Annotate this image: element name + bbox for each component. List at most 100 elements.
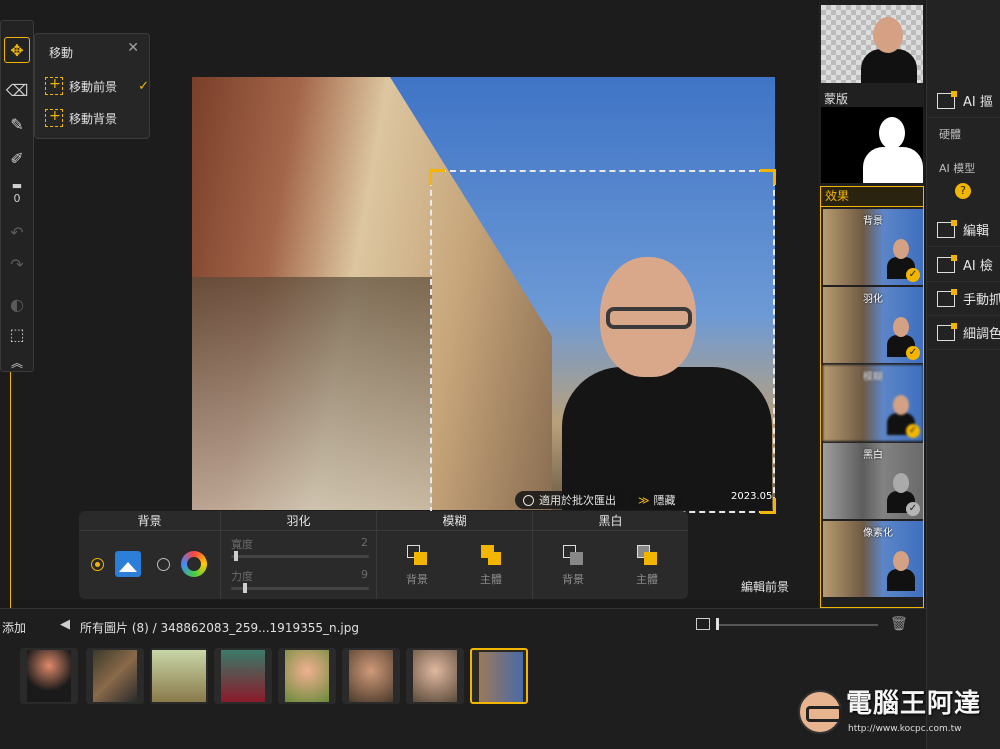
filmstrip-thumb[interactable] [342, 648, 400, 704]
help-icon[interactable]: ? [955, 183, 971, 199]
feather-section: 羽化 寬度 2 力度 9 [221, 511, 377, 599]
mask-thumbnail[interactable] [821, 107, 923, 183]
move-background-option[interactable]: 移動背景 [45, 106, 149, 130]
blur-section: 模糊 背景 主體 [377, 511, 533, 599]
blur-subject-button[interactable]: 主體 [461, 545, 521, 587]
move-tool-button[interactable]: ✥ [4, 37, 30, 63]
bw-background-label: 背景 [562, 573, 584, 586]
fine-tune-label: 細調色 [963, 327, 1000, 342]
selection-icon: ⬚ [9, 324, 25, 344]
watermark-text: 電腦王阿達 [846, 689, 982, 719]
effect-thumb-blur[interactable]: 模糊 ✓ [823, 365, 923, 441]
cutout-thumbnail[interactable] [821, 5, 923, 83]
effect-thumb-pixelate[interactable]: 像素化 [823, 521, 923, 597]
filmstrip-thumb[interactable] [150, 648, 208, 704]
check-icon: ✓ [906, 346, 920, 360]
effect-thumb-feather[interactable]: 羽化 ✓ [823, 287, 923, 363]
effect-thumb-background[interactable]: 背景 ✓ [823, 209, 923, 285]
manual-select-row[interactable]: 手動抓 [927, 282, 1000, 316]
ai-cutout-label: AI 摳 [963, 95, 993, 110]
brush-tool-button[interactable]: ✎ [4, 111, 30, 137]
check-icon: ✓ [906, 502, 920, 516]
ai-cutout-row[interactable]: AI 摳 [927, 84, 1000, 118]
batch-export-toggle[interactable]: 適用於批次匯出 [515, 491, 624, 509]
blur-background-button[interactable]: 背景 [387, 545, 447, 587]
move-options-popup: 移動 ✕ 移動前景 ✓ 移動背景 [34, 33, 150, 139]
checkmark-icon: ✓ [138, 78, 149, 94]
bw-header: 黑白 [533, 511, 688, 531]
guide-line [10, 372, 11, 608]
back-arrow-icon[interactable]: ◀ [60, 617, 70, 632]
check-icon: ✓ [906, 268, 920, 282]
width-value: 2 [361, 536, 368, 549]
undo-button[interactable]: ↶ [4, 219, 30, 245]
hide-button[interactable]: ≫ 隱藏 [630, 491, 684, 509]
image-icon[interactable] [115, 551, 141, 577]
edit-foreground-label[interactable]: 編輯前景 [741, 578, 789, 595]
move-foreground-option[interactable]: 移動前景 ✓ [45, 74, 149, 98]
thumbnail-size-slider[interactable] [718, 624, 878, 626]
effect-label: 羽化 [863, 294, 883, 305]
ai-detect-row[interactable]: AI 檢 [927, 248, 1000, 282]
background-section: 背景 [79, 511, 221, 599]
filmstrip-thumb-selected[interactable] [470, 648, 528, 704]
date-stamp: 2023.05 [731, 491, 773, 502]
redo-button[interactable]: ↷ [4, 251, 30, 277]
batch-export-label: 適用於批次匯出 [539, 494, 616, 507]
thumbnail-size-handle[interactable] [716, 618, 719, 630]
roller-tool-button[interactable]: ▬ 0 [4, 179, 30, 205]
bw-subject-button[interactable]: 主體 [617, 545, 677, 587]
edit-row[interactable]: 編輯 [927, 213, 1000, 247]
background-header: 背景 [79, 511, 220, 531]
blur-subject-label: 主體 [480, 573, 502, 586]
filmstrip-thumb[interactable] [278, 648, 336, 704]
radio-icon [523, 494, 534, 506]
ai-model-label: AI 模型 [939, 162, 976, 175]
bw-background-icon [563, 545, 583, 565]
width-slider-handle[interactable] [233, 551, 238, 561]
collapse-toolbar-button[interactable]: ︽ [4, 349, 30, 375]
trash-icon[interactable]: 🗑 [890, 616, 908, 632]
strength-slider-handle[interactable] [243, 583, 248, 593]
watermark-url: http://www.kocpc.com.tw [848, 724, 962, 734]
strength-slider[interactable] [231, 583, 369, 593]
redo-icon: ↷ [10, 254, 24, 274]
blur-subject-icon [481, 545, 501, 565]
filmstrip-thumb[interactable] [20, 648, 78, 704]
effect-label: 模糊 [863, 372, 883, 383]
fine-tune-row[interactable]: 細調色 [927, 316, 1000, 350]
effects-header: 效果 [820, 186, 924, 206]
move-background-icon [45, 108, 63, 127]
crop-icon [937, 219, 957, 238]
select-area-button[interactable]: ⬚ [4, 321, 30, 347]
filmstrip-thumb[interactable] [214, 648, 272, 704]
add-button[interactable]: 添加 [2, 619, 26, 636]
breadcrumb: 所有圖片 (8) / 348862083_259...1919355_n.jpg [80, 621, 359, 635]
background-color-radio[interactable] [157, 558, 170, 571]
resize-handle-top-right[interactable] [760, 169, 776, 185]
eraser-tool-button[interactable]: ⌫ [4, 77, 30, 103]
blur-background-icon [407, 545, 427, 565]
chevron-up-icon: ︽ [10, 355, 23, 370]
close-icon[interactable]: ✕ [127, 40, 139, 56]
paint-tool-button[interactable]: ✐ [4, 145, 30, 171]
filmstrip-thumb[interactable] [86, 648, 144, 704]
foreground-selection-box[interactable] [429, 169, 776, 514]
width-slider[interactable] [231, 551, 369, 561]
effect-label: 背景 [863, 216, 883, 227]
compare-button[interactable]: ◐ [4, 291, 30, 317]
effect-label: 黑白 [863, 450, 883, 461]
image-size-icon [696, 618, 710, 630]
effect-thumb-bw[interactable]: 黑白 ✓ [823, 443, 923, 519]
move-foreground-icon [45, 76, 63, 95]
chevron-down-icon: ≫ [638, 493, 650, 507]
resize-handle-top-left[interactable] [429, 169, 445, 185]
ai-detect-label: AI 檢 [963, 259, 993, 274]
filmstrip-thumb[interactable] [406, 648, 464, 704]
strength-value: 9 [361, 568, 368, 581]
feather-header: 羽化 [221, 511, 376, 531]
color-picker-icon[interactable] [181, 551, 207, 577]
bw-background-button[interactable]: 背景 [543, 545, 603, 587]
background-image-radio[interactable] [91, 558, 104, 571]
manual-select-icon [937, 288, 957, 307]
